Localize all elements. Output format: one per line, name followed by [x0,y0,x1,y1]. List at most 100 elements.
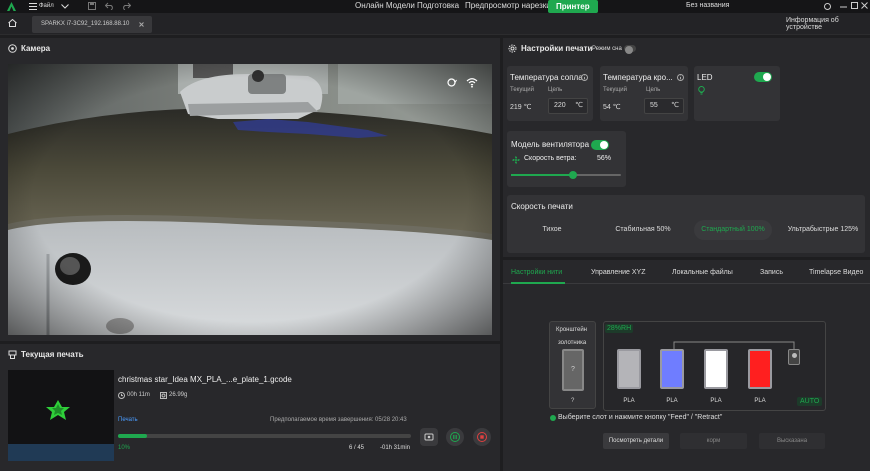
print-speed-title: Скорость печати [511,202,573,211]
slot-3-label: PLA [710,398,722,404]
filament-slot-3[interactable] [704,349,728,389]
speed-option-standard[interactable]: Стандартный 100% [694,220,772,240]
auto-button[interactable]: AUTO [797,397,823,406]
print-eta: Предполагаемое время завершения: 05/28 2… [270,417,407,423]
print-weight: 26.99g [169,392,188,398]
wifi-icon [466,78,478,88]
print-thumbnail [8,370,114,461]
print-layers: 6 / 45 [349,445,365,451]
gear-icon [508,44,517,53]
current-print-title: Текущая печать [21,350,84,359]
nozzle-target-label: Цель [548,87,563,93]
camera-title: Камера [21,44,51,53]
fan-toggle[interactable] [591,140,609,150]
fan-speed-value: 56% [597,155,612,162]
sync-icon[interactable] [823,2,832,11]
hamburger-menu-icon[interactable] [29,3,37,10]
feed-button[interactable]: корм [680,433,747,449]
app-logo-icon [7,2,16,11]
file-menu[interactable]: Файл [39,3,54,9]
hint-dot-icon [550,415,556,421]
refresh-stream-icon[interactable] [446,77,457,88]
filament-slot-4[interactable] [748,349,772,389]
menu-printer[interactable]: Принтер [548,0,598,13]
bed-target-label: Цель [646,87,661,93]
slot-4-label: PLA [754,398,766,404]
slot-1-label: PLA [623,398,635,404]
device-info-link[interactable]: Информация об устройстве [786,17,866,31]
tab-recording[interactable]: Запись [760,269,783,276]
bracket-slot-label: ? [571,398,575,404]
chevron-down-icon[interactable] [61,4,69,9]
spool-bracket-label: Кронштейн [556,327,587,333]
menu-preview[interactable]: Предпросмотр нарезки [465,1,551,10]
filament-slot-2[interactable] [660,349,684,389]
fan-speed-fill [511,174,573,176]
current-print-panel: Текущая печать christmas star_Idea MX_PL… [0,344,500,471]
print-speed-icon [424,433,434,441]
project-name: Без названия [686,2,730,9]
print-file-name: christmas star_Idea MX_PLA_...e_plate_1.… [118,375,292,384]
print-settings-button[interactable] [420,428,438,446]
bed-current-label: Текущий [603,87,627,93]
slot-3-color [706,351,726,387]
camera-image [8,64,492,335]
stop-button[interactable] [473,428,491,446]
tab-local-files[interactable]: Локальные файлы [672,269,733,276]
led-toggle[interactable] [754,72,772,82]
bed-current-temp: 54 ℃ [603,104,621,111]
sleep-mode-label: Режим сна [592,46,622,52]
info-icon[interactable] [581,74,588,81]
minimize-icon[interactable] [840,6,847,8]
menu-online-models[interactable]: Онлайн Модели [355,1,415,10]
speed-option-quiet[interactable]: Тихое [512,220,592,240]
bed-target-unit: ℃ [671,102,679,109]
menu-prepare[interactable]: Подготовка [417,1,459,10]
top-menu-bar: Файл Онлайн Модели Подготовка Предпросмо… [0,0,870,13]
retract-button[interactable]: Высказана [759,433,825,449]
active-tab-indicator [511,282,565,284]
slot-2-color [662,351,682,387]
print-status: Печать [118,417,138,423]
undo-icon[interactable] [105,2,114,10]
tab-xyz-control[interactable]: Управление XYZ [591,269,645,276]
slot-2-label: PLA [666,398,678,404]
speed-option-stable[interactable]: Стабильная 50% [598,220,688,240]
bracket-slot[interactable]: ? [562,349,584,391]
nozzle-temp-card: Температура сопла Текущий Цель 219 ℃ 220… [507,66,593,121]
sleep-mode-toggle[interactable] [624,45,636,54]
tab-filament-settings[interactable]: Настройки нити [511,269,562,276]
filament-slot-1[interactable] [617,349,641,389]
fan-speed-slider[interactable] [511,171,621,179]
star-model-image [8,400,114,461]
pause-button[interactable] [446,428,464,446]
print-remaining: -01h 31min [380,445,411,451]
redo-icon[interactable] [122,2,131,10]
bed-temp-card: Температура кро... Текущий Цель 54 ℃ 55 … [600,66,688,121]
nozzle-target-value: 220 [554,102,566,109]
speed-option-ultra[interactable]: Ультрабыстрые 125% [778,220,868,240]
nozzle-temp-title: Температура сопла [510,73,583,82]
clock-icon [118,392,125,399]
led-card: LED [694,66,780,121]
home-icon[interactable] [8,19,17,27]
spool-bracket[interactable]: Кронштейн золотника ? ? [549,321,596,409]
print-progress-text: 10% [118,445,131,451]
save-icon[interactable] [88,2,96,10]
tab-timelapse[interactable]: Timelapse Видео [809,269,863,276]
spool-bracket-label-2: золотника [558,340,587,346]
fan-speed-thumb[interactable] [568,171,577,179]
bed-temp-title: Температура кро... [603,73,673,82]
print-progress-fill [118,434,148,438]
info-icon[interactable] [677,74,684,81]
close-window-icon[interactable] [861,2,868,9]
device-tab[interactable]: SPARKX i7-3C92_192.168.88.10 [32,16,152,33]
maximize-icon[interactable] [851,2,858,9]
nozzle-target-input[interactable]: 220 ℃ [548,98,588,114]
device-tab-label: SPARKX i7-3C92_192.168.88.10 [41,21,130,27]
bed-target-input[interactable]: 55 ℃ [644,98,684,114]
view-details-button[interactable]: Посмотреть детали [603,433,669,449]
camera-stream[interactable] [8,64,492,335]
close-tab-icon[interactable] [139,22,144,27]
print-duration: 00h 11m [127,392,150,398]
